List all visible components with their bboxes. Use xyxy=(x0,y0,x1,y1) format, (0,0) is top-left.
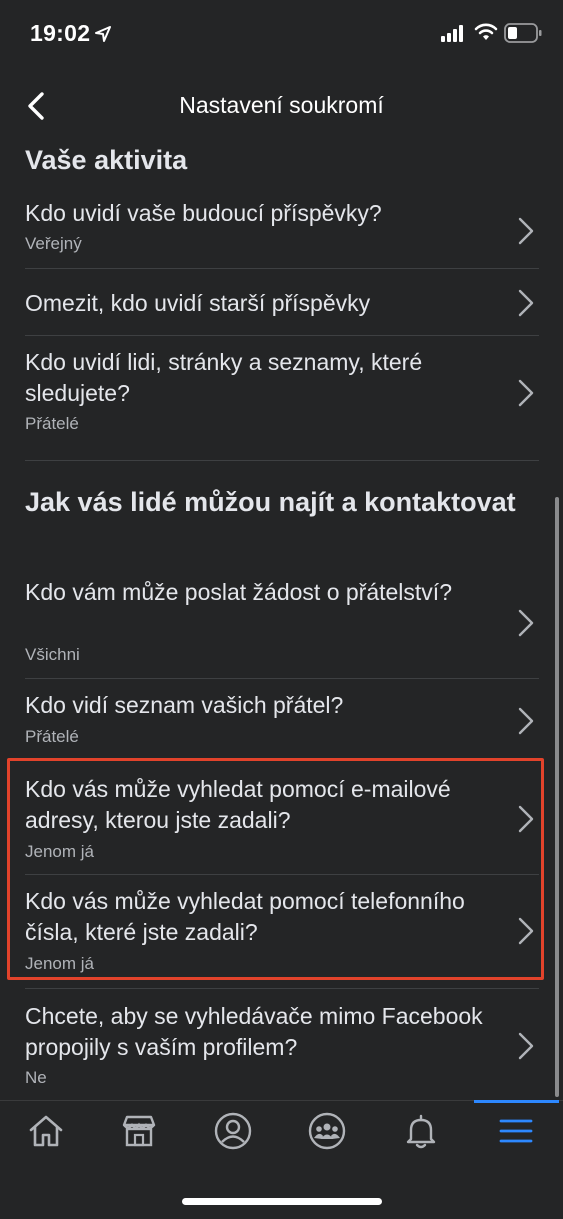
settings-row-friends-list[interactable]: Kdo vidí seznam vašich přátel? Přátelé xyxy=(0,679,563,759)
tab-home[interactable] xyxy=(16,1111,76,1161)
row-subtitle: Přátelé xyxy=(25,727,79,746)
active-tab-indicator xyxy=(474,1100,559,1103)
home-indicator xyxy=(182,1198,382,1205)
tab-menu[interactable] xyxy=(486,1111,546,1161)
section-title-your-activity: Vaše aktivita xyxy=(25,145,188,175)
row-subtitle: Přátelé xyxy=(25,414,79,433)
menu-icon xyxy=(499,1119,533,1143)
wifi-icon xyxy=(474,23,498,40)
settings-list[interactable]: Vaše aktivita Kdo uvidí vaše budoucí pří… xyxy=(0,142,563,1100)
scrollbar[interactable] xyxy=(555,497,559,1097)
tab-notifications[interactable] xyxy=(391,1111,451,1161)
tab-marketplace[interactable] xyxy=(109,1111,169,1161)
settings-row-friend-requests[interactable]: Kdo vám může poslat žádost o přátelství?… xyxy=(0,567,563,677)
settings-row-following-visibility[interactable]: Kdo uvidí lidi, stránky a seznamy, které… xyxy=(0,336,563,460)
marketplace-icon xyxy=(122,1115,156,1147)
tab-groups[interactable] xyxy=(297,1111,357,1161)
bell-icon xyxy=(406,1114,436,1149)
battery-icon xyxy=(504,23,542,43)
cellular-signal-icon xyxy=(441,25,463,42)
row-subtitle: Veřejný xyxy=(25,234,82,253)
chevron-right-icon xyxy=(518,707,534,735)
row-title: Kdo uvidí vaše budoucí příspěvky? xyxy=(25,200,382,226)
navigation-header: Nastavení soukromí xyxy=(0,70,563,142)
settings-row-limit-past-posts[interactable]: Omezit, kdo uvidí starší příspěvky xyxy=(0,269,563,335)
chevron-right-icon xyxy=(518,217,534,245)
page-title: Nastavení soukromí xyxy=(179,92,384,118)
chevron-right-icon xyxy=(518,289,534,317)
home-icon xyxy=(29,1115,63,1147)
groups-icon xyxy=(308,1112,346,1150)
settings-row-future-posts[interactable]: Kdo uvidí vaše budoucí příspěvky? Veřejn… xyxy=(0,192,563,268)
row-subtitle: Ne xyxy=(25,1068,47,1087)
row-title: Kdo uvidí lidi, stránky a seznamy, které… xyxy=(25,349,423,406)
row-subtitle: Všichni xyxy=(25,645,80,664)
tab-profile[interactable] xyxy=(203,1111,263,1161)
settings-row-search-engines[interactable]: Chcete, aby se vyhledávače mimo Facebook… xyxy=(0,989,563,1099)
row-title: Kdo vidí seznam vašich přátel? xyxy=(25,692,344,718)
status-bar: 19:02 xyxy=(0,0,563,70)
status-time: 19:02 xyxy=(30,20,91,46)
highlight-box xyxy=(7,758,544,980)
row-title: Chcete, aby se vyhledávače mimo Facebook… xyxy=(25,1003,483,1060)
chevron-right-icon xyxy=(518,609,534,637)
row-title: Kdo vám může poslat žádost o přátelství? xyxy=(25,579,452,605)
section-title-how-people-find-you: Jak vás lidé můžou najít a kontaktovat xyxy=(25,487,516,517)
chevron-right-icon xyxy=(518,379,534,407)
divider xyxy=(25,460,539,461)
row-title: Omezit, kdo uvidí starší příspěvky xyxy=(25,290,371,316)
profile-icon xyxy=(214,1112,252,1150)
location-arrow-icon xyxy=(95,26,111,42)
chevron-right-icon xyxy=(518,1032,534,1060)
